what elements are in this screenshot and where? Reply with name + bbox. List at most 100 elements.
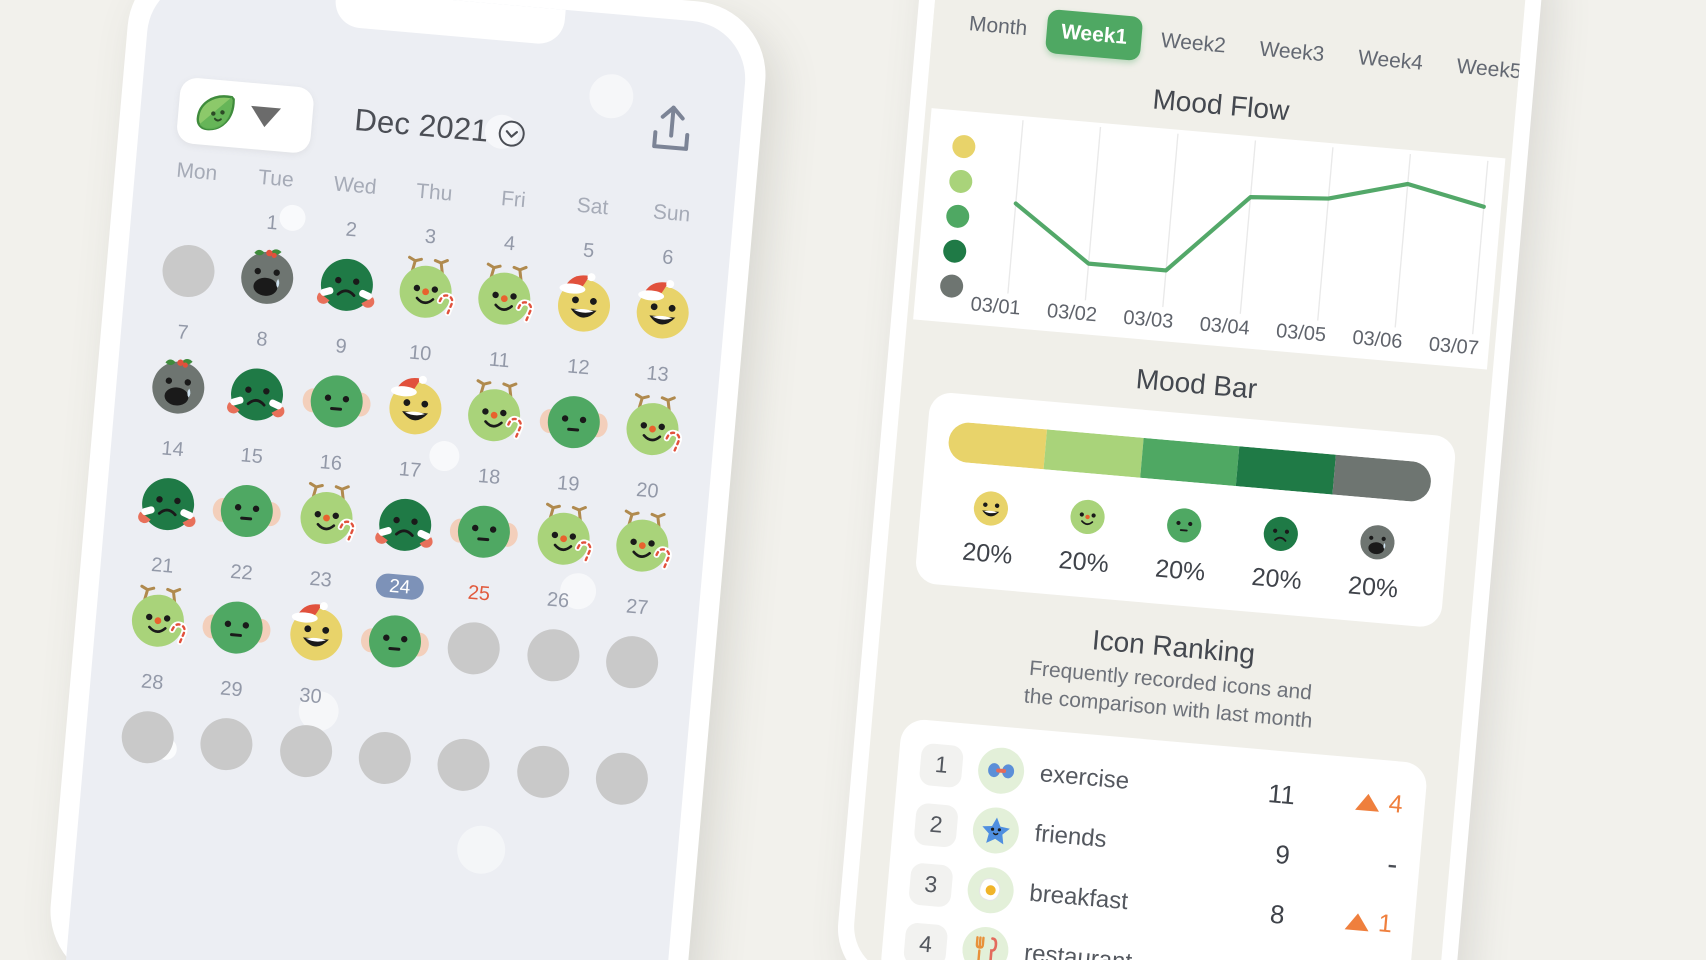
calendar-day-cell[interactable]: 7 — [136, 313, 224, 425]
weekday-label-sat: Sat — [575, 193, 610, 220]
calendar-day-cell[interactable]: 5 — [541, 231, 629, 343]
mood-stat-column: 20% — [1131, 498, 1235, 590]
calendar-day-cell[interactable]: 4 — [462, 224, 550, 336]
calendar-day-cell[interactable]: 21 — [115, 546, 203, 658]
mood-good-face-icon[interactable] — [457, 376, 533, 452]
calendar-day-number: 14 — [160, 437, 185, 462]
mood-empty-face-icon — [426, 726, 502, 802]
ranking-item-count: 11 — [1266, 778, 1297, 811]
ranking-item-name: breakfast — [1028, 879, 1130, 916]
calendar-day-cell[interactable]: 17 — [363, 451, 451, 563]
mood-ok-face-icon[interactable] — [447, 493, 523, 569]
ranking-item-count: 6 — [1220, 955, 1281, 960]
mood-good-face-icon[interactable] — [526, 500, 602, 576]
mood-bar-segment-bad — [1236, 446, 1337, 495]
calendar-day-cell[interactable]: 28 — [105, 663, 193, 775]
mood-bad-face-icon[interactable] — [219, 356, 295, 432]
calendar-day-cell[interactable]: 27 — [590, 588, 678, 700]
mood-great-face-icon[interactable] — [625, 274, 701, 350]
tab-week1[interactable]: Week1 — [1045, 9, 1143, 62]
mood-stat-column: 20% — [938, 481, 1042, 573]
mood-good-face-icon[interactable] — [467, 260, 543, 336]
mood-empty-face-icon[interactable] — [189, 705, 265, 781]
mood-good-face-icon[interactable] — [388, 253, 464, 329]
share-button[interactable] — [645, 100, 700, 158]
mood-great-face-icon[interactable] — [378, 369, 454, 445]
calendar-day-number: 24 — [375, 572, 425, 601]
ok-face-icon — [1159, 500, 1209, 550]
calendar-day-cell[interactable]: 13 — [610, 355, 698, 467]
mood-level-dot-worst — [939, 273, 965, 299]
icon-ranking-list: 1 exercise 11 4 2 friends 9 - 3 breakfast 8 1 4 resta… — [879, 717, 1429, 960]
x-axis-label: 03/07 — [1427, 333, 1480, 360]
calendar-day-cell[interactable]: 3 — [383, 218, 471, 330]
calendar-day-cell[interactable]: 9 — [294, 327, 382, 439]
tab-week2[interactable]: Week2 — [1145, 18, 1241, 70]
calendar-day-cell[interactable]: 22 — [194, 553, 282, 665]
calendar-grid: 1 2 3 4 5 6 7 8 9 10 11 12 13 14 15 16 17 18 19 20 21 22 23 24 2… — [105, 197, 709, 816]
calendar-day-number: 1 — [265, 211, 279, 235]
calendar-day-cell[interactable]: 10 — [373, 334, 461, 446]
calendar-day-cell[interactable]: 2 — [304, 211, 392, 323]
mood-worst-face-icon[interactable] — [140, 349, 216, 425]
calendar-day-cell[interactable]: 16 — [284, 444, 372, 556]
mood-empty-face-icon[interactable] — [595, 623, 671, 699]
mood-good-face-icon[interactable] — [605, 507, 681, 583]
calendar-day-cell[interactable]: 6 — [620, 238, 708, 350]
mood-good-face-icon[interactable] — [120, 582, 196, 658]
calendar-day-number: 7 — [176, 321, 190, 345]
mood-great-face-icon[interactable] — [278, 596, 354, 672]
calendar-day-cell[interactable]: 30 — [263, 677, 351, 789]
calendar-day-number — [389, 691, 391, 715]
calendar-day-cell[interactable]: 14 — [125, 430, 213, 542]
calendar-day-cell[interactable]: 29 — [184, 670, 272, 782]
calendar-day-cell[interactable]: 25 — [432, 574, 520, 686]
mood-bad-face-icon[interactable] — [367, 486, 443, 562]
calendar-day-number: 28 — [140, 670, 165, 695]
mood-good-face-icon[interactable] — [288, 479, 364, 555]
calendar-phone-mockup: Dec 2021 Mon Tue Wed Thu Fri Sat Sun 123456789… — [44, 0, 772, 960]
calendar-day-cell[interactable]: 12 — [531, 348, 619, 460]
calendar-day-cell[interactable]: 19 — [521, 465, 609, 577]
calendar-day-number: 13 — [645, 362, 670, 387]
mood-good-face-icon[interactable] — [615, 390, 691, 466]
calendar-day-cell[interactable]: 26 — [511, 581, 599, 693]
mood-percentage-value: 20% — [961, 537, 1014, 570]
mood-ok-face-icon[interactable] — [298, 362, 374, 438]
good-face-icon — [1063, 491, 1113, 541]
weekday-label-wed: Wed — [332, 172, 378, 200]
calendar-day-cell[interactable]: 20 — [600, 471, 688, 583]
calendar-day-cell[interactable]: 1 — [225, 204, 313, 316]
mood-great-face-icon[interactable] — [546, 267, 622, 343]
tab-month[interactable]: Month — [953, 1, 1043, 52]
mood-bad-face-icon[interactable] — [309, 246, 385, 322]
mood-empty-face-icon[interactable] — [436, 609, 512, 685]
calendar-day-number: 5 — [582, 239, 596, 263]
calendar-day-cell[interactable]: 18 — [442, 458, 530, 570]
mood-empty-face-icon[interactable] — [515, 616, 591, 692]
calendar-day-cell[interactable]: 11 — [452, 341, 540, 453]
mood-empty-face-icon — [584, 740, 660, 816]
tab-week3[interactable]: Week3 — [1244, 26, 1340, 78]
calendar-day-cell[interactable]: 24 — [352, 567, 440, 679]
calendar-day-cell — [501, 698, 589, 810]
ranking-item-count: 9 — [1274, 839, 1292, 871]
calendar-day-cell[interactable]: 8 — [215, 320, 303, 432]
mood-empty-face-icon[interactable] — [110, 698, 186, 774]
calendar-day-cell[interactable]: 23 — [273, 560, 361, 672]
mood-bad-face-icon[interactable] — [130, 465, 206, 541]
cutlery-icon — [960, 924, 1011, 960]
mood-empty-face-icon[interactable] — [268, 712, 344, 788]
mood-ok-face-icon[interactable] — [357, 603, 433, 679]
ranking-item-name: exercise — [1038, 760, 1131, 795]
mood-ok-face-icon[interactable] — [536, 383, 612, 459]
star-face-icon — [970, 805, 1021, 856]
tab-week4[interactable]: Week4 — [1342, 35, 1438, 87]
tab-week5[interactable]: Week5 — [1441, 44, 1530, 96]
mood-ok-face-icon[interactable] — [209, 472, 285, 548]
calendar-day-number: 25 — [466, 581, 491, 606]
calendar-day-cell[interactable]: 15 — [204, 437, 292, 549]
mood-worst-face-icon[interactable] — [230, 239, 306, 315]
calendar-day-number: 29 — [219, 677, 244, 702]
mood-ok-face-icon[interactable] — [199, 589, 275, 665]
